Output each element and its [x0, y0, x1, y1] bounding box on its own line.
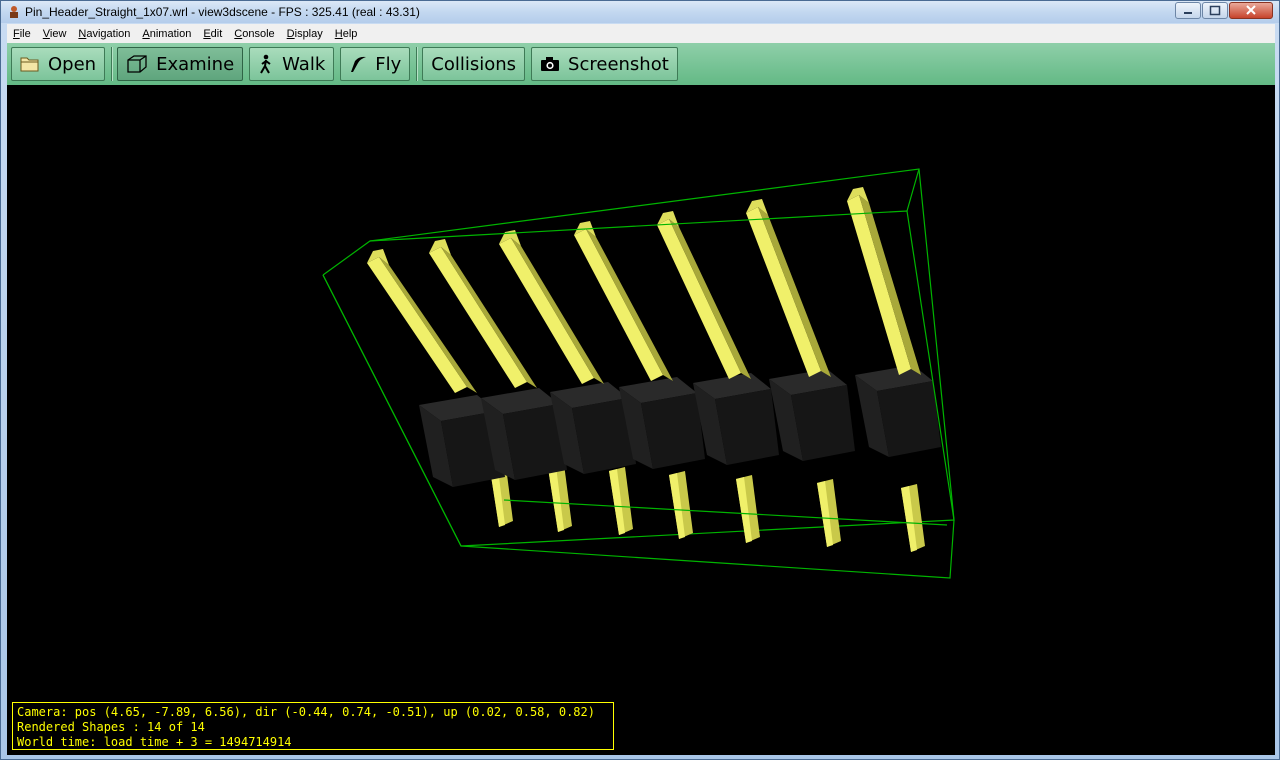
scene-canvas — [322, 168, 955, 579]
open-label: Open — [48, 53, 97, 75]
app-icon — [10, 6, 18, 18]
menu-view[interactable]: View — [37, 28, 73, 40]
walk-button[interactable]: Walk — [249, 47, 335, 81]
collisions-button[interactable]: Collisions — [422, 47, 526, 81]
menu-help[interactable]: Help — [329, 28, 364, 40]
menu-animation[interactable]: Animation — [136, 28, 197, 40]
collisions-label: Collisions — [431, 53, 517, 75]
minimize-button[interactable] — [1175, 2, 1201, 19]
toolbar: Open Examine Walk Fly Collisions Screens… — [7, 43, 1275, 85]
menu-bar: File View Navigation Animation Edit Cons… — [7, 24, 1275, 43]
status-overlay: Camera: pos (4.65, -7.89, 6.56), dir (-0… — [12, 702, 614, 750]
open-button[interactable]: Open — [11, 47, 106, 81]
bounding-box-front-corner — [906, 168, 920, 212]
close-button[interactable] — [1229, 2, 1273, 19]
3d-viewport[interactable]: Camera: pos (4.65, -7.89, 6.56), dir (-0… — [7, 85, 1275, 755]
walking-person-icon — [260, 54, 271, 74]
pin-upper-side-4 — [586, 229, 673, 381]
screenshot-label: Screenshot — [568, 53, 669, 75]
bounding-box-front-bottom — [460, 519, 955, 579]
menu-display[interactable]: Display — [281, 28, 329, 40]
examine-label: Examine — [156, 53, 235, 75]
pin-upper-face-6 — [746, 207, 821, 377]
window-title: Pin_Header_Straight_1x07.wrl - view3dsce… — [25, 5, 420, 19]
world-time-info: World time: load time + 3 = 1494714914 — [17, 735, 292, 749]
pin-upper-face-7 — [847, 195, 911, 375]
app-window: Pin_Header_Straight_1x07.wrl - view3dsce… — [0, 0, 1280, 760]
pin-upper-side-5 — [669, 219, 751, 379]
toolbar-separator — [111, 47, 114, 81]
walk-label: Walk — [282, 53, 326, 75]
fly-label: Fly — [375, 53, 402, 75]
wing-icon — [351, 56, 367, 72]
fly-button[interactable]: Fly — [340, 47, 411, 81]
menu-file[interactable]: File — [7, 28, 37, 40]
menu-edit[interactable]: Edit — [197, 28, 228, 40]
window-controls — [1174, 2, 1273, 20]
pin-upper-side-7 — [859, 195, 921, 375]
pin-upper-face-5 — [657, 219, 741, 379]
minimize-icon — [1184, 12, 1192, 14]
examine-button[interactable]: Examine — [117, 47, 244, 81]
pin-upper-side-6 — [758, 207, 831, 377]
menu-navigation[interactable]: Navigation — [72, 28, 136, 40]
cube-icon — [127, 55, 147, 73]
close-icon — [1246, 5, 1256, 15]
folder-icon — [20, 57, 39, 72]
menu-console[interactable]: Console — [228, 28, 280, 40]
maximize-button[interactable] — [1202, 2, 1228, 19]
title-bar[interactable]: Pin_Header_Straight_1x07.wrl - view3dsce… — [1, 1, 1279, 23]
maximize-icon — [1209, 5, 1221, 16]
camera-info: Camera: pos (4.65, -7.89, 6.56), dir (-0… — [17, 705, 595, 719]
toolbar-separator — [416, 47, 419, 81]
rendered-shapes-info: Rendered Shapes : 14 of 14 — [17, 720, 205, 734]
screenshot-button[interactable]: Screenshot — [531, 47, 678, 81]
camera-icon — [541, 57, 560, 71]
